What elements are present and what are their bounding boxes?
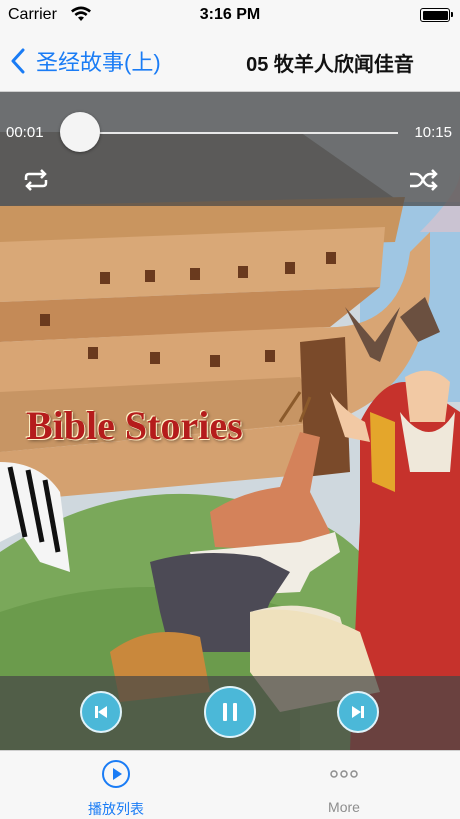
progress-track[interactable]	[80, 132, 398, 134]
pause-button[interactable]	[204, 686, 256, 738]
repeat-icon[interactable]	[22, 168, 50, 192]
play-circle-icon	[102, 760, 130, 788]
skip-forward-icon	[352, 706, 364, 718]
tab-more-label: More	[328, 799, 360, 815]
tab-bar: 播放列表 More	[0, 750, 460, 818]
transport-controls	[0, 676, 460, 750]
tab-more[interactable]: More	[294, 751, 394, 819]
tab-playlist[interactable]: 播放列表	[66, 751, 166, 819]
progress-thumb[interactable]	[60, 112, 100, 152]
previous-track-button[interactable]	[80, 691, 122, 733]
more-dots-icon	[330, 770, 358, 778]
battery-icon	[420, 8, 453, 22]
chevron-left-icon	[11, 48, 25, 74]
player-stage: Bible Stories 00:01 10:15	[0, 92, 460, 750]
progress-panel: 00:01 10:15	[0, 92, 460, 206]
total-duration: 10:15	[414, 124, 452, 141]
back-button[interactable]: 圣经故事(上)	[10, 44, 161, 78]
skip-back-icon	[95, 706, 107, 718]
status-bar: Carrier 3:16 PM	[0, 0, 460, 30]
navigation-bar: 圣经故事(上) 05 牧羊人欣闻佳音	[0, 30, 460, 92]
back-label: 圣经故事(上)	[36, 50, 161, 75]
artwork-caption: Bible Stories	[26, 403, 243, 448]
tab-playlist-label: 播放列表	[88, 801, 144, 817]
next-track-button[interactable]	[337, 691, 379, 733]
shuffle-icon[interactable]	[408, 168, 438, 192]
pause-icon	[223, 703, 237, 721]
current-time: 00:01	[6, 124, 44, 141]
clock: 3:16 PM	[199, 6, 261, 23]
page-title: 05 牧羊人欣闻佳音	[246, 54, 414, 76]
